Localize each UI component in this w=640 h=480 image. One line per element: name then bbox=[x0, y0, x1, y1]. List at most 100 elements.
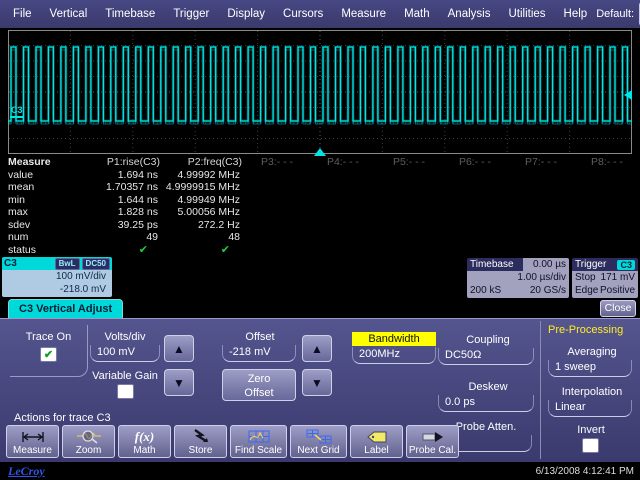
next-grid-action-label: Next Grid bbox=[297, 445, 339, 456]
label-action-button[interactable]: Label bbox=[350, 425, 403, 458]
menu-vertical[interactable]: Vertical bbox=[41, 6, 97, 22]
row-label-num: num bbox=[0, 231, 70, 243]
trigger-descriptor[interactable]: Trigger C3 Stop 171 mV Edge Positive bbox=[572, 258, 638, 298]
zoom-icon bbox=[76, 428, 102, 445]
max-p2: 5.00056 MHz bbox=[162, 206, 244, 218]
measure-table: Measure P1:rise(C3) P2:freq(C3) P3:- - -… bbox=[0, 156, 640, 256]
offset-field[interactable]: -218 mV bbox=[222, 345, 296, 362]
next-grid-action-button[interactable]: Next Grid bbox=[290, 425, 347, 458]
close-button[interactable]: Close bbox=[600, 300, 636, 317]
timebase-per-div: 1.00 µs/div bbox=[517, 271, 566, 284]
status-strip: C3 BwL DC50 100 mV/div -218.0 mV Timebas… bbox=[0, 256, 640, 298]
math-fx-icon: f(x) bbox=[135, 428, 155, 445]
variable-gain-checkbox[interactable] bbox=[117, 384, 134, 399]
probe-cal-action-button[interactable]: Probe Cal. bbox=[406, 425, 459, 458]
volts-div-field[interactable]: 100 mV bbox=[90, 345, 160, 362]
menu-analysis[interactable]: Analysis bbox=[439, 6, 500, 22]
menu-display[interactable]: Display bbox=[218, 6, 274, 22]
menu-measure[interactable]: Measure bbox=[332, 6, 395, 22]
measure-col-p1[interactable]: P1:rise(C3) bbox=[70, 156, 162, 168]
menu-timebase[interactable]: Timebase bbox=[96, 6, 164, 22]
sdev-p2: 272.2 Hz bbox=[162, 219, 244, 231]
zoom-action-button[interactable]: Zoom bbox=[62, 425, 115, 458]
dialog-body: Trace On ✔ Volts/div 100 mV Variable Gai… bbox=[0, 318, 640, 462]
actions-for-trace-label: Actions for trace C3 bbox=[14, 412, 111, 424]
timebase-samples: 200 kS bbox=[470, 284, 501, 297]
measure-col-p2[interactable]: P2:freq(C3) bbox=[162, 156, 244, 168]
math-action-button[interactable]: f(x) Math bbox=[118, 425, 171, 458]
store-action-button[interactable]: Store bbox=[174, 425, 227, 458]
min-p2: 4.99949 MHz bbox=[162, 194, 244, 206]
trace-on-group: Trace On ✔ bbox=[10, 325, 88, 377]
menu-file[interactable]: File bbox=[4, 6, 41, 22]
coupling-badge: DC50 bbox=[82, 258, 110, 270]
measure-action-button[interactable]: Measure bbox=[6, 425, 59, 458]
invert-label: Invert bbox=[556, 424, 626, 436]
find-scale-action-label: Find Scale bbox=[235, 445, 282, 456]
trigger-source-badge: C3 bbox=[617, 260, 635, 270]
coupling-field[interactable]: DC50Ω bbox=[438, 348, 534, 365]
offset-label: Offset bbox=[224, 331, 296, 343]
zero-offset-line1: Zero bbox=[223, 372, 295, 386]
averaging-field[interactable]: 1 sweep bbox=[548, 360, 632, 377]
volts-div-label: Volts/div bbox=[92, 331, 158, 343]
actions-row: Measure Zoom f(x) Math Store bbox=[6, 425, 459, 458]
averaging-label: Averaging bbox=[550, 346, 634, 358]
measure-col-p7[interactable]: P7:- - - bbox=[508, 156, 574, 168]
channel-volts-per-div: 100 mV/div bbox=[2, 271, 106, 284]
trace-on-checkbox[interactable]: ✔ bbox=[40, 347, 57, 362]
trace-on-label: Trace On bbox=[10, 331, 87, 343]
variable-gain-label: Variable Gain bbox=[86, 370, 164, 382]
volts-div-down-button[interactable]: ▼ bbox=[164, 369, 194, 396]
timebase-descriptor[interactable]: Timebase 0.00 µs 1.00 µs/div 200 kS 20 G… bbox=[467, 258, 569, 298]
measure-col-p5[interactable]: P5:- - - bbox=[376, 156, 442, 168]
trigger-position-marker[interactable] bbox=[314, 148, 326, 156]
bandwidth-field[interactable]: 200MHz bbox=[352, 347, 436, 364]
menu-math[interactable]: Math bbox=[395, 6, 439, 22]
measure-col-p3[interactable]: P3:- - - bbox=[244, 156, 310, 168]
default-label: Default: bbox=[596, 8, 639, 20]
store-icon bbox=[189, 428, 213, 445]
c3-vertical-adjust-dialog: C3 Vertical Adjust Close Trace On ✔ Volt… bbox=[0, 298, 640, 462]
coupling-label: Coupling bbox=[440, 334, 536, 346]
trigger-level-marker[interactable] bbox=[624, 90, 632, 100]
deskew-field[interactable]: 0.0 ps bbox=[438, 395, 534, 412]
oscilloscope-screen: File Vertical Timebase Trigger Display C… bbox=[0, 0, 640, 480]
zero-offset-button[interactable]: Zero Offset bbox=[222, 369, 296, 401]
measure-col-p4[interactable]: P4:- - - bbox=[310, 156, 376, 168]
menu-trigger[interactable]: Trigger bbox=[164, 6, 218, 22]
tab-c3-vertical-adjust[interactable]: C3 Vertical Adjust bbox=[8, 299, 123, 318]
volts-div-up-button[interactable]: ▲ bbox=[164, 335, 194, 362]
lecroy-logo: LeCroy bbox=[8, 464, 45, 479]
find-scale-action-button[interactable]: Find Scale bbox=[230, 425, 287, 458]
next-grid-icon bbox=[306, 428, 332, 445]
offset-down-button[interactable]: ▼ bbox=[302, 369, 332, 396]
num-p1: 49 bbox=[70, 231, 162, 243]
trigger-level: 171 mV bbox=[601, 271, 635, 284]
offset-up-button[interactable]: ▲ bbox=[302, 335, 332, 362]
mean-p1: 1.70357 ns bbox=[70, 181, 162, 193]
channel-c3-descriptor[interactable]: C3 BwL DC50 100 mV/div -218.0 mV bbox=[2, 257, 112, 297]
store-action-label: Store bbox=[189, 445, 213, 456]
footer-bar: LeCroy 6/13/2008 4:12:41 PM bbox=[0, 462, 640, 480]
sdev-p1: 39.25 ps bbox=[70, 219, 162, 231]
min-p1: 1.644 ns bbox=[70, 194, 162, 206]
interpolation-label: Interpolation bbox=[548, 386, 636, 398]
preprocessing-label: Pre-Processing bbox=[544, 324, 636, 336]
section-divider bbox=[540, 321, 541, 459]
menu-cursors[interactable]: Cursors bbox=[274, 6, 332, 22]
measure-table-title: Measure bbox=[0, 156, 70, 168]
measure-col-p8[interactable]: P8:- - - bbox=[574, 156, 640, 168]
menu-utilities[interactable]: Utilities bbox=[499, 6, 554, 22]
measure-col-p6[interactable]: P6:- - - bbox=[442, 156, 508, 168]
channel-ground-marker[interactable]: C3 bbox=[10, 106, 24, 118]
math-action-label: Math bbox=[133, 445, 155, 456]
interpolation-field[interactable]: Linear bbox=[548, 400, 632, 417]
mean-p2: 4.9999915 MHz bbox=[162, 181, 244, 193]
menu-bar: File Vertical Timebase Trigger Display C… bbox=[0, 0, 640, 28]
max-p1: 1.828 ns bbox=[70, 206, 162, 218]
menu-help[interactable]: Help bbox=[555, 6, 597, 22]
row-label-value: value bbox=[0, 169, 70, 181]
invert-checkbox[interactable] bbox=[582, 438, 599, 453]
zero-offset-line2: Offset bbox=[223, 386, 295, 400]
